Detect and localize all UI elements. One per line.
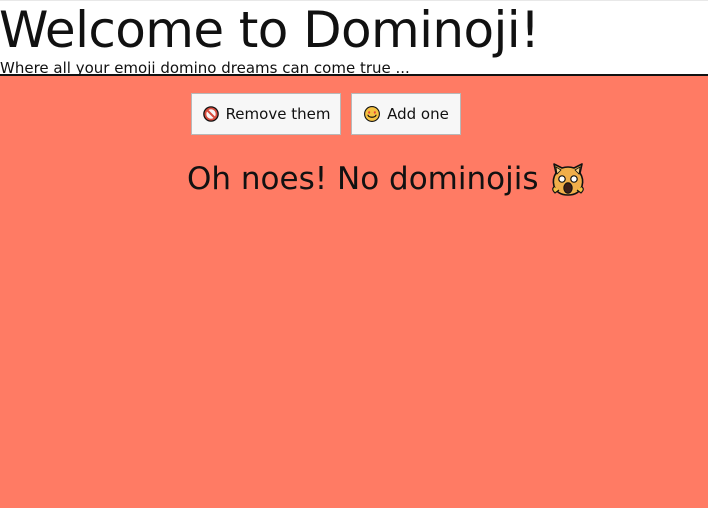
heart-eyes-icon	[363, 105, 381, 123]
empty-state-text: Oh noes! No dominojis	[187, 161, 539, 197]
prohibited-icon	[202, 105, 220, 123]
page-header: Welcome to Dominoji! Where all your emoj…	[0, 0, 708, 77]
remove-them-label: Remove them	[225, 105, 331, 123]
remove-them-button[interactable]: Remove them	[191, 93, 341, 135]
add-one-button[interactable]: Add one	[351, 93, 461, 135]
empty-state-message: Oh noes! No dominojis	[187, 157, 588, 201]
page-title: Welcome to Dominoji!	[0, 1, 540, 59]
page-tagline: Where all your emoji domino dreams can c…	[0, 59, 410, 77]
add-one-label: Add one	[387, 105, 449, 123]
weary-cat-icon	[548, 159, 588, 199]
dominoji-page: Welcome to Dominoji! Where all your emoj…	[0, 0, 708, 508]
